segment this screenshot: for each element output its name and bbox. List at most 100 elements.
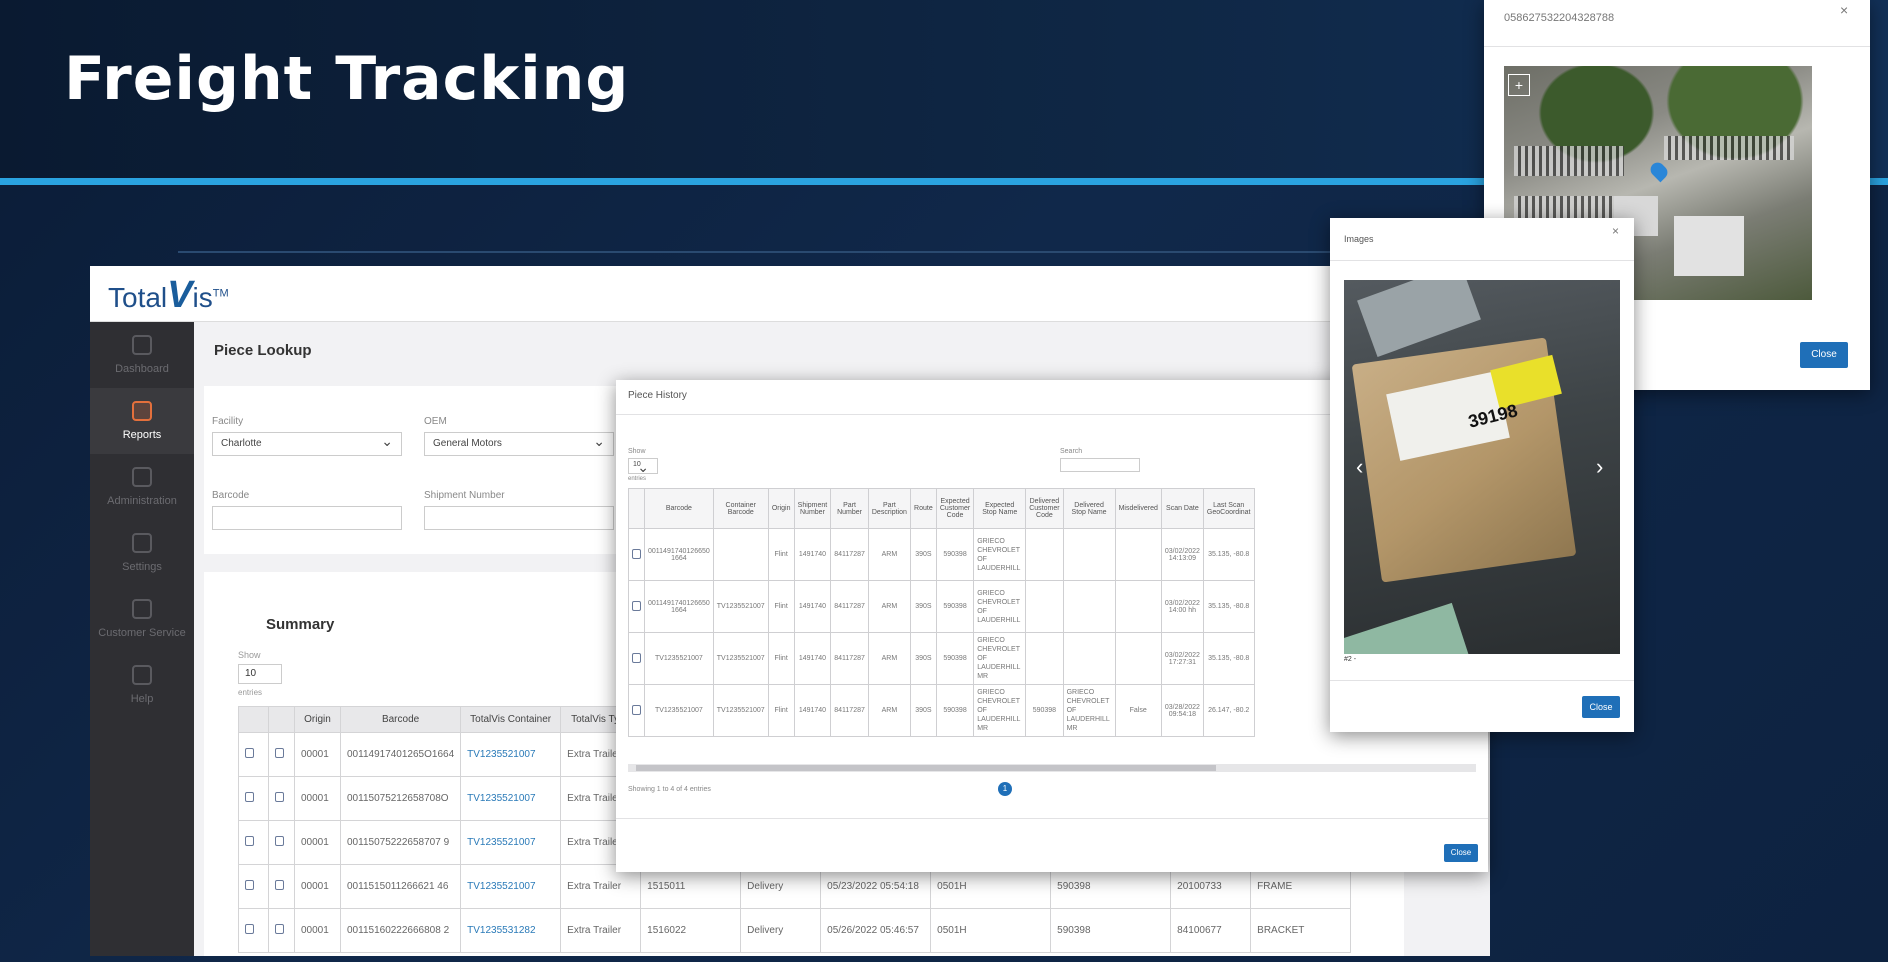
column-header[interactable]: Origin bbox=[767, 488, 795, 529]
map-fullscreen-icon[interactable]: + bbox=[1508, 74, 1530, 96]
table-row[interactable]: TV1235521007 TV1235521007 Flint 1491740 8411… bbox=[628, 684, 1255, 737]
column-header[interactable] bbox=[628, 488, 645, 529]
close-icon[interactable]: × bbox=[1612, 224, 1619, 238]
piece-history-table-body: 0011491740126650 1664 Flint 1491740 8411728… bbox=[628, 528, 1255, 737]
column-header[interactable]: Last Scan GeoCoordinat bbox=[1202, 488, 1255, 529]
table-cell: TV1235521007 bbox=[712, 580, 769, 633]
table-row[interactable]: 00001 00115160222666808 2 TV1235531282 Extr… bbox=[238, 908, 1352, 953]
pagination-current-page[interactable]: 1 bbox=[998, 782, 1012, 796]
table-row[interactable]: TV1235521007 TV1235521007 Flint 1491740 8411… bbox=[628, 632, 1255, 685]
column-header[interactable]: Expected Stop Name bbox=[973, 488, 1027, 529]
history-icon[interactable] bbox=[245, 924, 254, 934]
images-icon[interactable] bbox=[275, 836, 284, 846]
entries-select[interactable]: 10 bbox=[628, 458, 658, 476]
sidebar-item-help[interactable]: Help bbox=[90, 652, 194, 718]
column-header[interactable]: Delivered Customer Code bbox=[1025, 488, 1064, 529]
column-header[interactable]: Delivered Stop Name bbox=[1062, 488, 1116, 529]
history-icon-cell[interactable] bbox=[238, 908, 269, 953]
totalvis-logo[interactable]: TotalVisTM bbox=[108, 274, 229, 317]
table-cell: Flint bbox=[767, 580, 795, 633]
history-icon[interactable] bbox=[245, 748, 254, 758]
column-header[interactable]: Part Number bbox=[830, 488, 869, 529]
column-header[interactable]: Origin bbox=[294, 706, 341, 733]
row-action-icon[interactable] bbox=[628, 684, 645, 737]
images-icon[interactable] bbox=[275, 792, 284, 802]
table-cell[interactable]: TV1235531282 bbox=[460, 908, 562, 953]
column-header[interactable]: Scan Date bbox=[1160, 488, 1204, 529]
table-cell[interactable]: TV1235521007 bbox=[460, 820, 562, 865]
table-cell: 390S bbox=[909, 580, 937, 633]
column-header[interactable]: Part Description bbox=[867, 488, 911, 529]
close-button[interactable]: Close bbox=[1582, 696, 1620, 718]
next-image-icon[interactable]: › bbox=[1596, 454, 1603, 480]
column-header[interactable]: Misdelivered bbox=[1114, 488, 1162, 529]
previous-image-icon[interactable]: ‹ bbox=[1356, 454, 1363, 480]
close-button[interactable]: Close bbox=[1444, 844, 1478, 862]
sidebar-item-customer-service[interactable]: Customer Service bbox=[90, 586, 194, 652]
shipment-number-input[interactable] bbox=[424, 506, 614, 530]
table-cell bbox=[1062, 528, 1116, 581]
table-cell: 0011491740126650 1664 bbox=[644, 528, 714, 581]
horizontal-scrollbar[interactable] bbox=[628, 764, 1476, 772]
details-icon[interactable] bbox=[632, 600, 641, 611]
barcode-input[interactable] bbox=[212, 506, 402, 530]
show-label: Show bbox=[238, 650, 261, 660]
table-cell[interactable]: TV1235521007 bbox=[460, 776, 562, 821]
row-action-icon[interactable] bbox=[628, 580, 645, 633]
map-pin-icon[interactable] bbox=[1647, 159, 1671, 183]
table-row[interactable]: 0011491740126650 1664 TV1235521007 Flint 14… bbox=[628, 580, 1255, 633]
images-icon-cell[interactable] bbox=[268, 864, 295, 909]
parking-lot bbox=[1664, 136, 1794, 160]
close-button[interactable]: Close bbox=[1800, 342, 1848, 368]
history-icon[interactable] bbox=[245, 836, 254, 846]
column-header[interactable]: Barcode bbox=[644, 488, 714, 529]
history-icon[interactable] bbox=[245, 880, 254, 890]
scrollbar-thumb[interactable] bbox=[636, 765, 1216, 771]
images-icon-cell[interactable] bbox=[268, 776, 295, 821]
sidebar-item-settings[interactable]: Settings bbox=[90, 520, 194, 586]
sidebar-item-reports[interactable]: Reports bbox=[90, 388, 194, 454]
details-icon[interactable] bbox=[632, 704, 641, 715]
table-cell: 26.147, -80.2 bbox=[1202, 684, 1255, 737]
table-cell: 35.135, -80.8 bbox=[1202, 632, 1255, 685]
shipment-photo[interactable]: 39198 ‹ › bbox=[1344, 280, 1620, 654]
row-action-icon[interactable] bbox=[628, 528, 645, 581]
sidebar-item-label: Settings bbox=[122, 561, 162, 573]
history-icon-cell[interactable] bbox=[238, 732, 269, 777]
table-row[interactable]: 0011491740126650 1664 Flint 1491740 8411728… bbox=[628, 528, 1255, 581]
column-header[interactable]: Barcode bbox=[339, 706, 462, 733]
history-icon[interactable] bbox=[245, 792, 254, 802]
column-header[interactable]: Expected Customer Code bbox=[935, 488, 975, 529]
entries-select[interactable]: 10 bbox=[238, 664, 282, 684]
table-cell: 00001 bbox=[294, 908, 341, 953]
details-icon[interactable] bbox=[632, 652, 641, 663]
column-header[interactable]: Route bbox=[909, 488, 937, 529]
column-header[interactable]: Container Barcode bbox=[712, 488, 769, 529]
history-icon-cell[interactable] bbox=[238, 864, 269, 909]
images-icon-cell[interactable] bbox=[268, 908, 295, 953]
sidebar-item-dashboard[interactable]: Dashboard bbox=[90, 322, 194, 388]
images-icon-cell[interactable] bbox=[268, 820, 295, 865]
sidebar-item-administration[interactable]: Administration bbox=[90, 454, 194, 520]
history-icon-cell[interactable] bbox=[238, 776, 269, 821]
close-icon[interactable]: × bbox=[1840, 2, 1848, 18]
details-icon[interactable] bbox=[632, 548, 641, 559]
images-icon[interactable] bbox=[275, 924, 284, 934]
column-header[interactable]: TotalVis Container bbox=[460, 706, 562, 733]
search-input[interactable] bbox=[1060, 458, 1140, 472]
table-cell: ARM bbox=[867, 580, 911, 633]
table-cell: GRIECO CHEVROLET OF LAUDERHILL MR bbox=[973, 684, 1027, 737]
row-action-icon[interactable] bbox=[628, 632, 645, 685]
column-header[interactable]: Shipment Number bbox=[793, 488, 832, 529]
images-icon[interactable] bbox=[275, 880, 284, 890]
images-icon-cell[interactable] bbox=[268, 732, 295, 777]
table-cell: 00001 bbox=[294, 864, 341, 909]
facility-select[interactable]: Charlotte bbox=[212, 432, 402, 456]
images-icon[interactable] bbox=[275, 748, 284, 758]
history-icon-cell[interactable] bbox=[238, 820, 269, 865]
oem-select[interactable]: General Motors bbox=[424, 432, 614, 456]
table-cell[interactable]: TV1235521007 bbox=[460, 732, 562, 777]
table-cell: 1516022 bbox=[640, 908, 742, 953]
table-cell[interactable]: TV1235521007 bbox=[460, 864, 562, 909]
logo-text: Total bbox=[108, 282, 168, 313]
